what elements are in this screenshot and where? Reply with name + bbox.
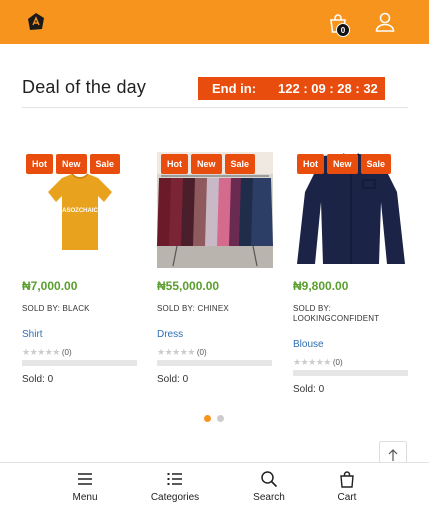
sold-count: Sold: 0 bbox=[157, 374, 189, 385]
star-icons: ★★★★★ bbox=[157, 347, 195, 357]
categories-icon bbox=[167, 473, 182, 485]
cart-count-badge: 0 bbox=[336, 23, 350, 37]
product-price: ₦7,000.00 bbox=[22, 279, 78, 293]
rating-count: (0) bbox=[61, 348, 72, 357]
hot-badge: Hot bbox=[297, 154, 324, 174]
sale-badge: Sale bbox=[89, 154, 121, 174]
countdown-timer: End in: 122 : 09 : 28 : 32 bbox=[198, 77, 385, 100]
countdown-value: 122 : 09 : 28 : 32 bbox=[278, 81, 378, 96]
hot-badge: Hot bbox=[26, 154, 53, 174]
badge-group: Hot New Sale bbox=[297, 154, 392, 174]
sold-progress-bar bbox=[293, 370, 408, 376]
carousel-pagination bbox=[204, 415, 224, 422]
new-badge: New bbox=[191, 154, 222, 174]
nav-menu-label: Menu bbox=[72, 492, 98, 503]
deal-title: Deal of the day bbox=[22, 77, 147, 97]
nav-cart-label: Cart bbox=[337, 492, 357, 503]
top-bar: 0 bbox=[0, 0, 429, 44]
sale-badge: Sale bbox=[224, 154, 256, 174]
category-link[interactable]: Dress bbox=[157, 329, 183, 340]
carousel-dot[interactable] bbox=[217, 415, 224, 422]
product-price: ₦9,800.00 bbox=[293, 279, 349, 293]
nav-categories[interactable]: Categories bbox=[135, 470, 215, 503]
shirt-print-text: ASOZCHAIC bbox=[62, 208, 98, 214]
category-link[interactable]: Shirt bbox=[22, 329, 43, 340]
badge-group: Hot New Sale bbox=[161, 154, 256, 174]
user-icon[interactable] bbox=[374, 11, 396, 33]
category-link[interactable]: Blouse bbox=[293, 339, 324, 350]
sold-by: SOLD BY: LOOKINGCONFIDENT bbox=[293, 304, 380, 323]
sold-progress-bar bbox=[22, 360, 137, 366]
sale-badge: Sale bbox=[360, 154, 392, 174]
sold-by: SOLD BY: CHINEX bbox=[157, 304, 229, 313]
nav-categories-label: Categories bbox=[150, 492, 200, 503]
nav-search-label: Search bbox=[253, 492, 285, 503]
rating-count: (0) bbox=[332, 358, 343, 367]
divider bbox=[22, 107, 408, 108]
badge-group: Hot New Sale bbox=[26, 154, 121, 174]
new-badge: New bbox=[56, 154, 87, 174]
nav-menu[interactable]: Menu bbox=[45, 470, 125, 503]
countdown-label: End in: bbox=[212, 81, 257, 96]
bottom-navigation: Menu Categories Search Cart bbox=[0, 462, 429, 512]
rating-count: (0) bbox=[196, 348, 207, 357]
hot-badge: Hot bbox=[161, 154, 188, 174]
new-badge: New bbox=[327, 154, 358, 174]
sold-count: Sold: 0 bbox=[22, 374, 54, 385]
rating: ★★★★★ (0) bbox=[157, 347, 207, 358]
sold-count: Sold: 0 bbox=[293, 384, 325, 395]
nav-search[interactable]: Search bbox=[229, 470, 309, 503]
rating: ★★★★★ (0) bbox=[22, 347, 72, 358]
cart-icon bbox=[340, 471, 354, 488]
menu-icon bbox=[78, 473, 92, 485]
rating: ★★★★★ (0) bbox=[293, 357, 343, 368]
product-price: ₦55,000.00 bbox=[157, 279, 220, 293]
arrow-up-icon bbox=[388, 449, 398, 461]
sold-progress-bar bbox=[157, 360, 272, 366]
star-icons: ★★★★★ bbox=[22, 347, 60, 357]
carousel-dot-active[interactable] bbox=[204, 415, 211, 422]
sold-by: SOLD BY: BLACK bbox=[22, 304, 90, 313]
app-logo[interactable] bbox=[26, 12, 46, 32]
star-icons: ★★★★★ bbox=[293, 357, 331, 367]
nav-cart[interactable]: Cart bbox=[307, 470, 387, 503]
search-icon bbox=[261, 471, 278, 488]
